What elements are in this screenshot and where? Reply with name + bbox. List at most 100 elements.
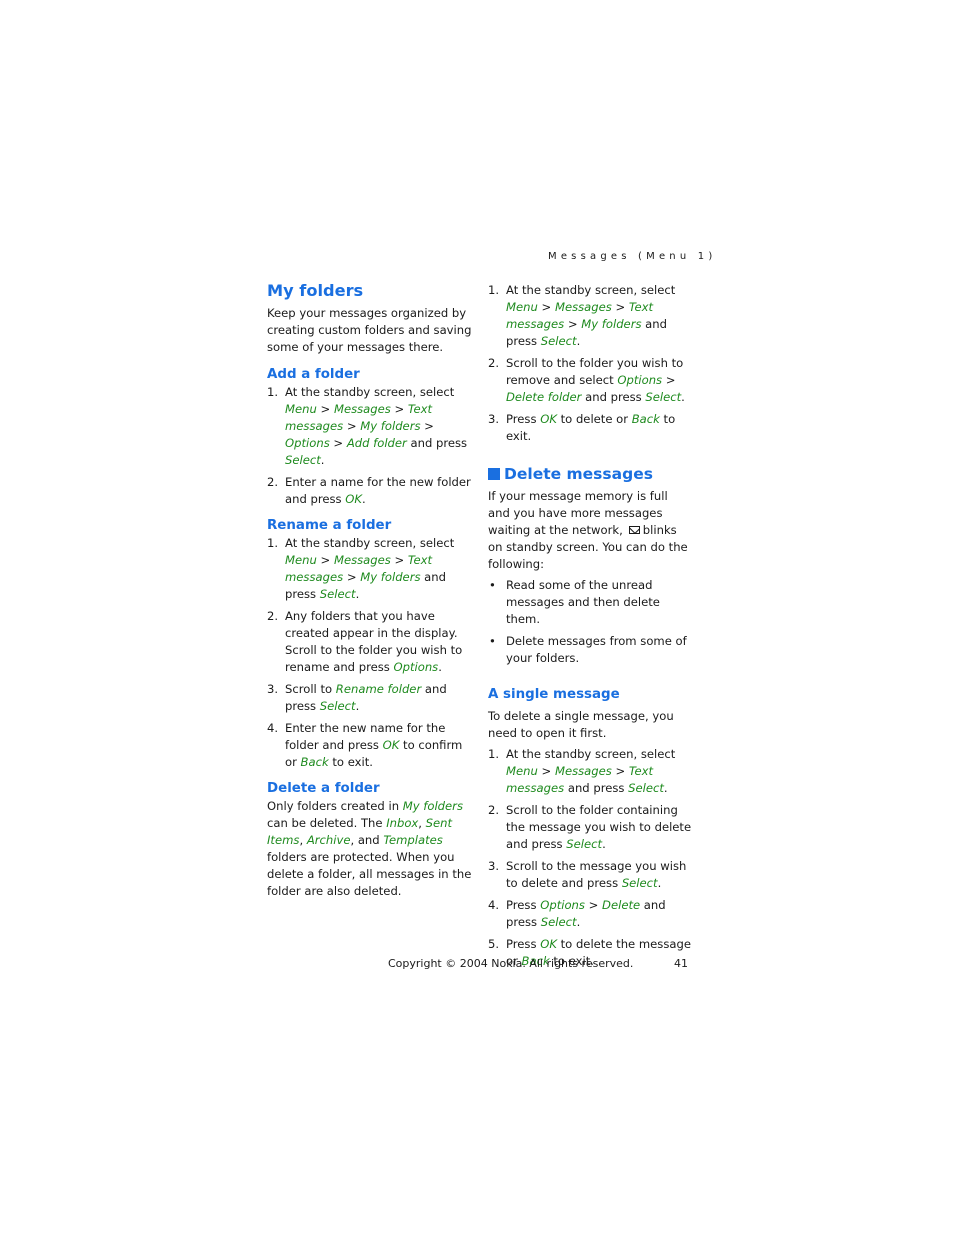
step-item: 4. Enter the new name for the folder and … <box>267 720 472 771</box>
menu-term: Select <box>645 390 682 404</box>
step-text: > <box>343 419 361 433</box>
menu-term: Menu <box>285 553 317 567</box>
step-text: > <box>537 300 555 314</box>
bullet-item: • Read some of the unread messages and th… <box>488 577 693 628</box>
menu-term: Back <box>300 755 329 769</box>
bullet-text: Read some of the unread messages and the… <box>506 578 660 626</box>
step-text: Press <box>506 412 541 426</box>
menu-term: Archive <box>306 833 351 847</box>
menu-term: Back <box>631 412 660 426</box>
subsection-title-delete-folder: Delete a folder <box>267 781 380 796</box>
menu-term: Options <box>393 660 439 674</box>
step-item: 3. Scroll to Rename folder and press Sele… <box>267 681 472 715</box>
step-text: > <box>611 764 629 778</box>
step-text: > <box>390 553 408 567</box>
step-item: 1. At the standby screen, select Menu > M… <box>488 282 693 350</box>
step-item: 2. Enter a name for the new folder and pr… <box>267 474 472 508</box>
step-number: 1. <box>488 283 500 297</box>
step-item: 3. Scroll to the message you wish to dele… <box>488 858 693 892</box>
menu-term: OK <box>540 412 557 426</box>
menu-term: Messages <box>333 553 391 567</box>
step-item: 1. At the standby screen, select Menu > M… <box>267 535 472 603</box>
step-text: > <box>584 898 603 912</box>
delete-messages-bullets: • Read some of the unread messages and th… <box>488 577 693 667</box>
menu-term: Menu <box>506 764 538 778</box>
menu-term: Messages <box>554 764 612 778</box>
step-number: 3. <box>267 682 279 696</box>
step-text: At the standby screen, select <box>285 536 455 550</box>
menu-term: Select <box>319 699 356 713</box>
step-text: can be deleted. The <box>267 816 387 830</box>
menu-term: Inbox <box>386 816 419 830</box>
step-text: . <box>576 915 581 929</box>
step-item: 2. Scroll to the folder containing the me… <box>488 802 693 853</box>
step-number: 2. <box>488 803 500 817</box>
step-text: At the standby screen, select <box>285 385 455 399</box>
step-number: 1. <box>488 747 500 761</box>
menu-term: Select <box>319 587 356 601</box>
step-item: 4. Press Options > Delete and press Selec… <box>488 897 693 931</box>
step-text: . <box>320 453 325 467</box>
menu-term: Messages <box>333 402 391 416</box>
step-text: Only folders created in <box>267 799 403 813</box>
section-title-my-folders: My folders <box>267 281 364 300</box>
menu-term: Options <box>617 373 663 387</box>
step-number: 4. <box>267 721 279 735</box>
bullet-icon: • <box>489 634 496 648</box>
step-text: At the standby screen, select <box>506 747 676 761</box>
step-text: > <box>316 553 334 567</box>
step-text: > <box>537 764 555 778</box>
page-number: 41 <box>674 957 688 970</box>
menu-term: Messages <box>554 300 612 314</box>
step-text: > <box>564 317 582 331</box>
menu-term: Menu <box>506 300 538 314</box>
menu-term: My folders <box>360 419 421 433</box>
step-text: folders are protected. When you delete a… <box>267 850 472 898</box>
step-number: 3. <box>488 859 500 873</box>
step-text: At the standby screen, select <box>506 283 676 297</box>
menu-term: My folders <box>360 570 421 584</box>
menu-term: Delete folder <box>506 390 582 404</box>
step-text: . <box>355 699 360 713</box>
menu-term: Delete <box>602 898 641 912</box>
menu-term: Rename folder <box>335 682 422 696</box>
section-square-icon <box>488 468 500 480</box>
bullet-item: • Delete messages from some of your folde… <box>488 633 693 667</box>
menu-term: Options <box>285 436 330 450</box>
step-text: , <box>418 816 426 830</box>
step-item: 1. At the standby screen, select Menu > M… <box>488 746 693 797</box>
step-text: > <box>420 419 434 433</box>
step-text: > <box>316 402 334 416</box>
step-number: 1. <box>267 536 279 550</box>
subsection-title-rename-folder: Rename a folder <box>267 518 392 533</box>
menu-term: OK <box>345 492 363 506</box>
step-text: Scroll to <box>285 682 336 696</box>
step-number: 2. <box>488 356 500 370</box>
menu-term: Select <box>566 837 603 851</box>
menu-term: Select <box>540 334 577 348</box>
section-title-delete-messages: Delete messages <box>488 464 693 484</box>
step-text: and press <box>406 436 468 450</box>
step-text: > <box>662 373 676 387</box>
step-number: 3. <box>488 412 500 426</box>
step-number: 2. <box>267 475 279 489</box>
menu-term: OK <box>382 738 400 752</box>
intro-text-part-1: If your message memory is full and you h… <box>488 489 668 537</box>
delete-folder-steps: 1. At the standby screen, select Menu > M… <box>488 282 693 445</box>
left-column: My folders Keep your messages organized … <box>267 281 472 900</box>
menu-term: Add folder <box>346 436 407 450</box>
my-folders-intro: Keep your messages organized by creating… <box>267 306 472 354</box>
right-column: 1. At the standby screen, select Menu > M… <box>488 282 693 975</box>
step-number: 1. <box>267 385 279 399</box>
menu-term: Select <box>285 453 321 467</box>
single-message-steps: 1. At the standby screen, select Menu > M… <box>488 746 693 970</box>
step-text: . <box>576 334 581 348</box>
step-text: Enter a name for the new folder and pres… <box>285 475 471 506</box>
step-item: 2. Any folders that you have created appe… <box>267 608 472 676</box>
menu-term: OK <box>540 937 557 951</box>
step-text: to delete or <box>556 412 632 426</box>
step-text: > <box>611 300 629 314</box>
step-text: . <box>362 492 366 506</box>
menu-term: Menu <box>285 402 317 416</box>
copyright-notice: Copyright © 2004 Nokia. All rights reser… <box>388 957 634 970</box>
